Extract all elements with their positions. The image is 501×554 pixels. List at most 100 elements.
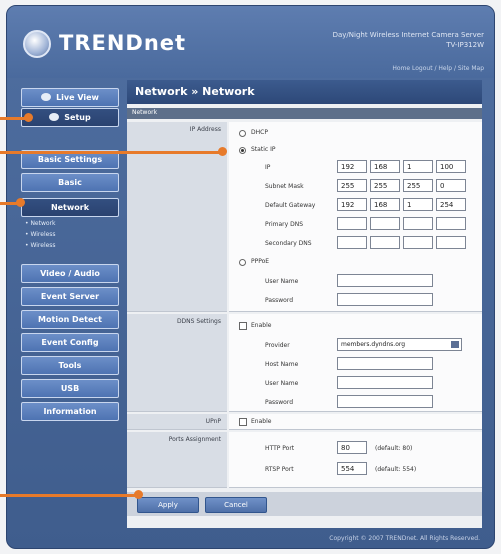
secondary-dns-octet-2[interactable] <box>370 236 400 249</box>
pppoe-password-input[interactable] <box>337 293 433 306</box>
model-number: TV-IP312W <box>446 41 484 49</box>
footer-copyright: Copyright © 2007 TRENDnet. All Rights Re… <box>329 535 480 542</box>
ports-assignment-label: Ports Assignment <box>127 432 227 488</box>
http-port-label: HTTP Port <box>265 445 295 452</box>
subnet-mask-label: Subnet Mask <box>265 183 304 190</box>
sidebar-item-motion-detect[interactable]: Motion Detect <box>21 310 119 329</box>
product-title: Day/Night Wireless Internet Camera Serve… <box>332 31 484 39</box>
brand-logo: TRENDnet <box>59 31 187 55</box>
upnp-enable-checkbox[interactable] <box>239 418 247 426</box>
callout-line-apply <box>0 494 138 497</box>
ddns-password-label: Password <box>265 399 294 406</box>
http-port-input[interactable]: 80 <box>337 441 367 454</box>
cancel-button[interactable]: Cancel <box>205 497 267 513</box>
product-name: Day/Night Wireless Internet Camera Serve… <box>274 30 484 50</box>
pppoe-password-label: Password <box>265 297 294 304</box>
rtsp-port-label: RTSP Port <box>265 466 294 473</box>
callout-dot-static-ip <box>218 147 227 156</box>
sidebar-subitem-network[interactable]: • Network <box>25 220 56 227</box>
gateway-octet-3[interactable]: 1 <box>403 198 433 211</box>
callout-dot-setup <box>24 113 33 122</box>
setup-button[interactable]: Setup <box>21 108 119 127</box>
subnet-octet-2[interactable]: 255 <box>370 179 400 192</box>
rtsp-port-input[interactable]: 554 <box>337 462 367 475</box>
primary-dns-octet-1[interactable] <box>337 217 367 230</box>
sidebar-item-network[interactable]: Network <box>21 198 119 217</box>
sidebar-item-usb[interactable]: USB <box>21 379 119 398</box>
apply-button[interactable]: Apply <box>137 497 199 513</box>
primary-dns-octet-2[interactable] <box>370 217 400 230</box>
gear-icon <box>49 113 60 121</box>
ddns-password-input[interactable] <box>337 395 433 408</box>
sidebar-item-event-server[interactable]: Event Server <box>21 287 119 306</box>
trendnet-logo-icon <box>23 30 51 58</box>
ddns-settings-label: DDNS Settings <box>127 314 227 412</box>
ip-octet-2[interactable]: 168 <box>370 160 400 173</box>
subnet-octet-1[interactable]: 255 <box>337 179 367 192</box>
page-title: Network » Network <box>127 80 482 104</box>
sidebar-item-tools[interactable]: Tools <box>21 356 119 375</box>
rtsp-port-default: (default: 554) <box>375 466 417 473</box>
default-gateway-label: Default Gateway <box>265 202 316 209</box>
ddns-user-name-label: User Name <box>265 380 299 387</box>
ip-octet-1[interactable]: 192 <box>337 160 367 173</box>
app-window: TRENDnet Day/Night Wireless Internet Cam… <box>6 5 495 549</box>
ddns-enable-label: Enable <box>251 322 272 329</box>
top-nav[interactable]: Home Logout / Help / Site Map <box>392 65 484 72</box>
upnp-enable-label: Enable <box>251 418 272 425</box>
sidebar-item-basic[interactable]: Basic <box>21 173 119 192</box>
primary-dns-label: Primary DNS <box>265 221 304 228</box>
primary-dns-octet-3[interactable] <box>403 217 433 230</box>
secondary-dns-label: Secondary DNS <box>265 240 312 247</box>
subnet-octet-3[interactable]: 255 <box>403 179 433 192</box>
pppoe-user-name-input[interactable] <box>337 274 433 287</box>
sidebar-subitem-wireless2[interactable]: • Wireless <box>25 242 56 249</box>
primary-dns-octet-4[interactable] <box>436 217 466 230</box>
static-ip-label: Static IP <box>251 146 276 153</box>
sidebar-item-information[interactable]: Information <box>21 402 119 421</box>
secondary-dns-octet-4[interactable] <box>436 236 466 249</box>
sidebar-subitem-wireless[interactable]: • Wireless <box>25 231 56 238</box>
button-row: Apply Cancel <box>127 492 482 516</box>
ip-label: IP <box>265 164 271 171</box>
host-name-label: Host Name <box>265 361 299 368</box>
pppoe-user-name-label: User Name <box>265 278 299 285</box>
gateway-octet-2[interactable]: 168 <box>370 198 400 211</box>
ip-octet-3[interactable]: 1 <box>403 160 433 173</box>
http-port-default: (default: 80) <box>375 445 413 452</box>
gateway-octet-1[interactable]: 192 <box>337 198 367 211</box>
sidebar: Live View Setup Basic Settings Basic Net… <box>17 80 121 500</box>
camera-icon <box>41 93 52 101</box>
pppoe-radio[interactable] <box>239 259 246 266</box>
ports-panel: HTTP Port 80 (default: 80) RTSP Port 554… <box>229 432 482 488</box>
pppoe-label: PPPoE <box>251 258 270 265</box>
callout-dot-apply <box>134 490 143 499</box>
chevron-down-icon[interactable] <box>451 341 459 348</box>
callout-line-static-ip <box>0 151 222 154</box>
ddns-enable-checkbox[interactable] <box>239 322 247 330</box>
upnp-label: UPnP <box>127 414 227 430</box>
section-header: Network <box>127 108 482 119</box>
secondary-dns-octet-3[interactable] <box>403 236 433 249</box>
live-view-button[interactable]: Live View <box>21 88 119 107</box>
gateway-octet-4[interactable]: 254 <box>436 198 466 211</box>
sidebar-item-event-config[interactable]: Event Config <box>21 333 119 352</box>
sidebar-item-video-audio[interactable]: Video / Audio <box>21 264 119 283</box>
ddns-user-name-input[interactable] <box>337 376 433 389</box>
main-content: Network » Network Network IP Address DHC… <box>127 80 482 528</box>
ddns-panel: Enable Provider members.dyndns.org Host … <box>229 314 482 412</box>
provider-select[interactable]: members.dyndns.org <box>337 338 462 351</box>
ip-address-panel: DHCP Static IP IP 192 168 1 100 Subnet M… <box>229 122 482 312</box>
upnp-panel: Enable <box>229 414 482 430</box>
dhcp-radio[interactable] <box>239 130 246 137</box>
static-ip-radio[interactable] <box>239 147 246 154</box>
subnet-octet-4[interactable]: 0 <box>436 179 466 192</box>
provider-label: Provider <box>265 342 290 349</box>
host-name-input[interactable] <box>337 357 433 370</box>
header: TRENDnet Day/Night Wireless Internet Cam… <box>7 6 494 78</box>
dhcp-label: DHCP <box>251 129 268 136</box>
provider-value: members.dyndns.org <box>341 341 406 348</box>
ip-octet-4[interactable]: 100 <box>436 160 466 173</box>
callout-dot-network <box>16 198 25 207</box>
secondary-dns-octet-1[interactable] <box>337 236 367 249</box>
